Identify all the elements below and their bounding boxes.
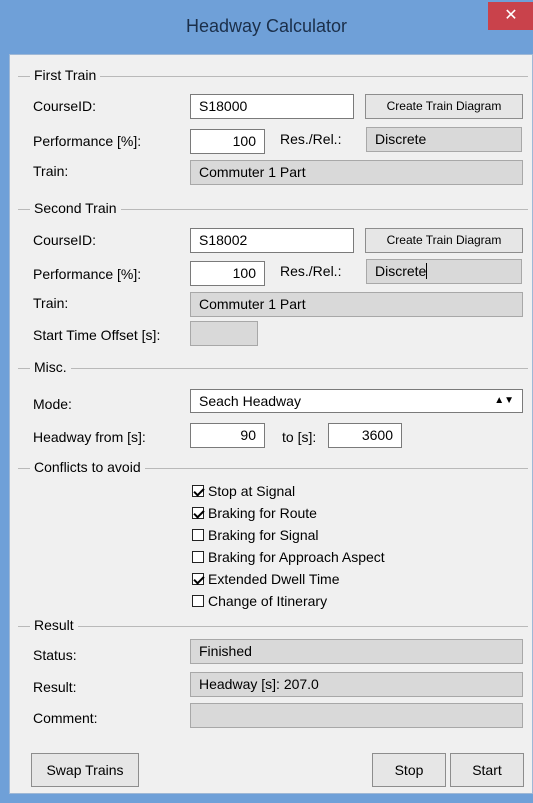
start-button[interactable]: Start [450, 753, 524, 787]
conflict-checkbox-label: Extended Dwell Time [208, 571, 340, 587]
second-train-group-label: Second Train [30, 200, 121, 216]
unchecked-checkbox-icon[interactable] [192, 595, 204, 607]
start-offset-field[interactable] [190, 321, 258, 346]
conflict-checkbox-row[interactable]: Braking for Route [192, 505, 317, 526]
conflict-checkbox-row[interactable]: Extended Dwell Time [192, 571, 340, 592]
mode-select-value: Seach Headway [199, 393, 301, 409]
title-bar[interactable]: Headway Calculator ✕ [0, 0, 533, 54]
result-divider [18, 626, 528, 627]
checked-checkbox-icon[interactable] [192, 485, 204, 497]
result-field: Headway [s]: 207.0 [190, 672, 523, 697]
start-offset-label: Start Time Offset [s]: [33, 327, 161, 343]
close-icon: ✕ [504, 5, 518, 24]
conflict-checkbox-label: Change of Itinerary [208, 593, 328, 609]
updown-arrow-icon: ▲▼ [494, 395, 514, 406]
mode-label: Mode: [33, 396, 72, 412]
text-caret [426, 263, 428, 279]
conflict-checkbox-row[interactable]: Braking for Signal [192, 527, 319, 548]
conflict-checkbox-label: Braking for Approach Aspect [208, 549, 385, 565]
second-resrel-value: Discrete [375, 263, 427, 279]
result-label: Result: [33, 679, 77, 695]
mode-select[interactable]: Seach Headway ▲▼ [190, 389, 523, 413]
second-train-field: Commuter 1 Part [190, 292, 523, 317]
status-field: Finished [190, 639, 523, 664]
second-course-input[interactable]: S18002 [190, 228, 354, 253]
headway-to-label: to [s]: [282, 429, 317, 445]
conflict-checkbox-row[interactable]: Change of Itinerary [192, 593, 327, 614]
second-resrel-label: Res./Rel.: [280, 263, 342, 279]
first-course-label: CourseID: [33, 98, 97, 114]
second-performance-input[interactable]: 100 [190, 261, 265, 286]
checked-checkbox-icon[interactable] [192, 573, 204, 585]
conflict-checkbox-row[interactable]: Braking for Approach Aspect [192, 549, 385, 570]
conflicts-group-label: Conflicts to avoid [30, 459, 145, 475]
headway-from-input[interactable]: 90 [190, 423, 265, 448]
first-course-input[interactable]: S18000 [190, 94, 354, 119]
window-title: Headway Calculator [185, 16, 348, 36]
first-performance-label: Performance [%]: [33, 133, 142, 149]
first-resrel-label: Res./Rel.: [280, 131, 342, 147]
first-train-group-label: First Train [30, 67, 101, 83]
first-create-diagram-button[interactable]: Create Train Diagram [365, 94, 523, 119]
second-performance-label: Performance [%]: [33, 266, 142, 282]
misc-divider [18, 368, 528, 369]
stop-button[interactable]: Stop [372, 753, 446, 787]
second-create-diagram-button[interactable]: Create Train Diagram [365, 228, 523, 253]
comment-field [190, 703, 523, 728]
result-group-label: Result [30, 617, 78, 633]
headway-from-label: Headway from [s]: [33, 429, 146, 445]
checked-checkbox-icon[interactable] [192, 507, 204, 519]
conflict-checkbox-row[interactable]: Stop at Signal [192, 483, 295, 504]
swap-trains-button[interactable]: Swap Trains [31, 753, 139, 787]
second-resrel-field[interactable]: Discrete [366, 259, 522, 284]
status-label: Status: [33, 647, 77, 663]
conflict-checkbox-label: Braking for Signal [208, 527, 319, 543]
first-resrel-field: Discrete [366, 127, 522, 152]
conflict-checkbox-label: Braking for Route [208, 505, 317, 521]
unchecked-checkbox-icon[interactable] [192, 551, 204, 563]
first-performance-input[interactable]: 100 [190, 129, 265, 154]
misc-group-label: Misc. [30, 359, 71, 375]
first-train-label: Train: [33, 163, 69, 179]
first-train-field: Commuter 1 Part [190, 160, 523, 185]
comment-label: Comment: [33, 710, 98, 726]
headway-calculator-window: Headway Calculator ✕ First Train CourseI… [0, 0, 533, 803]
headway-to-input[interactable]: 3600 [328, 423, 402, 448]
dialog-body: First Train CourseID: S18000 Create Trai… [9, 54, 533, 794]
unchecked-checkbox-icon[interactable] [192, 529, 204, 541]
second-train-label: Train: [33, 295, 69, 311]
close-button[interactable]: ✕ [488, 2, 533, 30]
conflict-checkbox-label: Stop at Signal [208, 483, 296, 499]
second-course-label: CourseID: [33, 232, 97, 248]
